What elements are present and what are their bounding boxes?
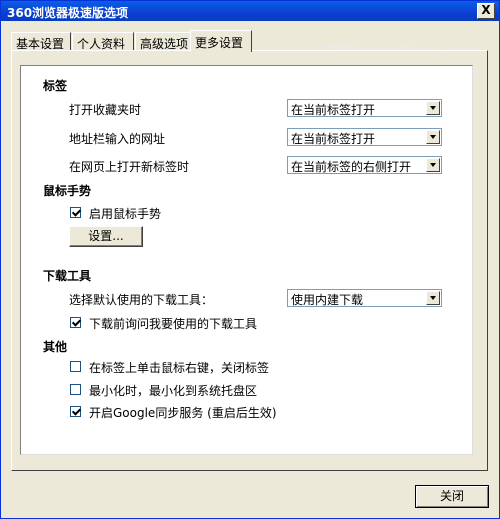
select-open-favorites[interactable]: 在当前标签打开 [287,99,442,117]
tab-basic-settings[interactable]: 基本设置 [11,32,71,51]
label-default-download-tool: 选择默认使用的下载工具： [69,293,214,307]
options-window: 360浏览器极速版选项 X 基本设置 个人资料 高级选项 更多设置 三联www.… [0,0,500,519]
checkbox-ask-download-tool[interactable] [70,317,81,328]
section-heading-download-tool: 下载工具 [43,269,92,283]
title-bar[interactable]: 360浏览器极速版选项 X [1,1,499,21]
dropdown-arrow-icon[interactable] [426,101,440,115]
window-close-button[interactable]: X [477,3,495,19]
select-new-tab-from-page[interactable]: 在当前标签的右侧打开 [287,156,442,174]
checkbox-enable-gesture[interactable] [70,207,81,218]
label-google-sync: 开启Google同步服务 (重启后生效) [89,406,277,420]
tab-more-settings[interactable]: 更多设置 [190,30,252,52]
tab-advanced[interactable]: 高级选项 [135,32,192,51]
section-heading-tags: 标签 [43,79,68,93]
checkbox-minimize-to-tray[interactable] [70,384,81,395]
label-new-tab-from-page: 在网页上打开新标签时 [69,160,190,174]
tab-profile[interactable]: 个人资料 [72,32,134,51]
select-download-tool-value: 使用内建下载 [291,293,364,307]
checkbox-google-sync[interactable] [70,406,81,417]
section-heading-other: 其他 [43,340,68,354]
label-minimize-to-tray: 最小化时，最小化到系统托盘区 [89,384,258,398]
checkbox-right-click-close-tab[interactable] [70,361,81,372]
dropdown-arrow-icon[interactable] [426,291,440,305]
window-title: 360浏览器极速版选项 [7,6,129,20]
label-right-click-close-tab: 在标签上单击鼠标右键，关闭标签 [89,361,270,375]
dropdown-arrow-icon[interactable] [426,130,440,144]
label-ask-download-tool: 下载前询问我要使用的下载工具 [89,317,258,331]
select-address-bar-url-value: 在当前标签打开 [291,132,376,146]
settings-panel: 标签 打开收藏夹时 在当前标签打开 地址栏输入的网址 在当前标签打开 在网页上打… [20,65,473,455]
label-enable-gesture: 启用鼠标手势 [89,207,162,221]
select-address-bar-url[interactable]: 在当前标签打开 [287,128,442,146]
select-open-favorites-value: 在当前标签打开 [291,103,376,117]
label-open-favorites: 打开收藏夹时 [69,103,142,117]
label-address-bar-url: 地址栏输入的网址 [69,132,166,146]
select-new-tab-from-page-value: 在当前标签的右侧打开 [291,160,412,174]
dropdown-arrow-icon[interactable] [426,158,440,172]
section-heading-mouse-gesture: 鼠标手势 [43,184,92,198]
select-download-tool[interactable]: 使用内建下载 [287,289,442,307]
gesture-settings-button[interactable]: 设置... [69,226,143,247]
close-button[interactable]: 关闭 [415,485,489,508]
